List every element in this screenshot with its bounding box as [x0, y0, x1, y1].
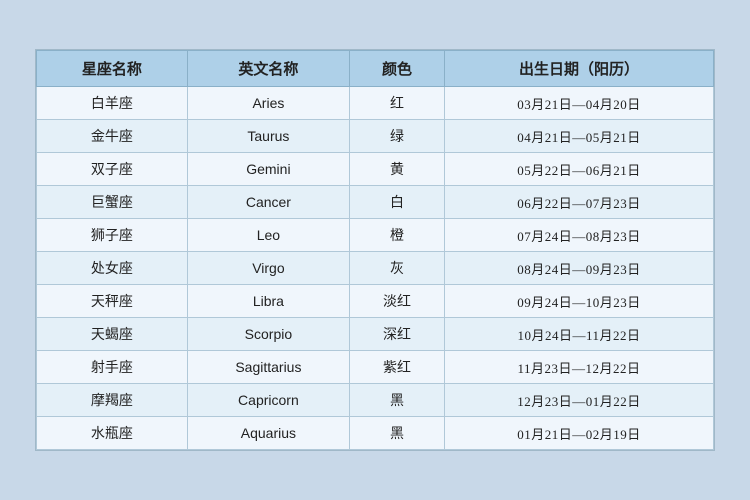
- cell-color: 白: [350, 186, 445, 219]
- table-row: 射手座Sagittarius紫红11月23日—12月22日: [37, 351, 714, 384]
- table-row: 天蝎座Scorpio深红10月24日—11月22日: [37, 318, 714, 351]
- header-chinese-name: 星座名称: [37, 51, 188, 87]
- cell-chinese-name: 射手座: [37, 351, 188, 384]
- cell-date: 06月22日—07月23日: [444, 186, 713, 219]
- cell-chinese-name: 水瓶座: [37, 417, 188, 450]
- table-row: 天秤座Libra淡红09月24日—10月23日: [37, 285, 714, 318]
- cell-date: 05月22日—06月21日: [444, 153, 713, 186]
- cell-date: 10月24日—11月22日: [444, 318, 713, 351]
- header-color: 颜色: [350, 51, 445, 87]
- cell-english-name: Sagittarius: [187, 351, 349, 384]
- table-row: 白羊座Aries红03月21日—04月20日: [37, 87, 714, 120]
- cell-english-name: Gemini: [187, 153, 349, 186]
- cell-date: 04月21日—05月21日: [444, 120, 713, 153]
- cell-date: 07月24日—08月23日: [444, 219, 713, 252]
- cell-color: 橙: [350, 219, 445, 252]
- cell-english-name: Taurus: [187, 120, 349, 153]
- cell-date: 01月21日—02月19日: [444, 417, 713, 450]
- header-date: 出生日期（阳历）: [444, 51, 713, 87]
- cell-chinese-name: 天秤座: [37, 285, 188, 318]
- cell-color: 灰: [350, 252, 445, 285]
- cell-date: 08月24日—09月23日: [444, 252, 713, 285]
- table-row: 双子座Gemini黄05月22日—06月21日: [37, 153, 714, 186]
- table-row: 处女座Virgo灰08月24日—09月23日: [37, 252, 714, 285]
- table-row: 金牛座Taurus绿04月21日—05月21日: [37, 120, 714, 153]
- table-row: 巨蟹座Cancer白06月22日—07月23日: [37, 186, 714, 219]
- header-english-name: 英文名称: [187, 51, 349, 87]
- zodiac-table: 星座名称 英文名称 颜色 出生日期（阳历） 白羊座Aries红03月21日—04…: [36, 50, 714, 450]
- cell-chinese-name: 天蝎座: [37, 318, 188, 351]
- cell-date: 12月23日—01月22日: [444, 384, 713, 417]
- table-row: 水瓶座Aquarius黑01月21日—02月19日: [37, 417, 714, 450]
- cell-color: 深红: [350, 318, 445, 351]
- cell-english-name: Scorpio: [187, 318, 349, 351]
- cell-color: 淡红: [350, 285, 445, 318]
- table-row: 摩羯座Capricorn黑12月23日—01月22日: [37, 384, 714, 417]
- cell-color: 紫红: [350, 351, 445, 384]
- cell-english-name: Cancer: [187, 186, 349, 219]
- table-body: 白羊座Aries红03月21日—04月20日金牛座Taurus绿04月21日—0…: [37, 87, 714, 450]
- cell-english-name: Libra: [187, 285, 349, 318]
- table-header-row: 星座名称 英文名称 颜色 出生日期（阳历）: [37, 51, 714, 87]
- cell-date: 11月23日—12月22日: [444, 351, 713, 384]
- cell-english-name: Virgo: [187, 252, 349, 285]
- cell-chinese-name: 狮子座: [37, 219, 188, 252]
- cell-date: 03月21日—04月20日: [444, 87, 713, 120]
- cell-color: 黑: [350, 417, 445, 450]
- cell-english-name: Leo: [187, 219, 349, 252]
- cell-english-name: Aries: [187, 87, 349, 120]
- cell-color: 红: [350, 87, 445, 120]
- cell-chinese-name: 白羊座: [37, 87, 188, 120]
- cell-english-name: Aquarius: [187, 417, 349, 450]
- table-row: 狮子座Leo橙07月24日—08月23日: [37, 219, 714, 252]
- cell-chinese-name: 摩羯座: [37, 384, 188, 417]
- cell-color: 黑: [350, 384, 445, 417]
- cell-chinese-name: 处女座: [37, 252, 188, 285]
- cell-date: 09月24日—10月23日: [444, 285, 713, 318]
- zodiac-table-wrapper: 星座名称 英文名称 颜色 出生日期（阳历） 白羊座Aries红03月21日—04…: [35, 49, 715, 451]
- cell-chinese-name: 金牛座: [37, 120, 188, 153]
- cell-english-name: Capricorn: [187, 384, 349, 417]
- cell-color: 绿: [350, 120, 445, 153]
- cell-chinese-name: 双子座: [37, 153, 188, 186]
- cell-color: 黄: [350, 153, 445, 186]
- cell-chinese-name: 巨蟹座: [37, 186, 188, 219]
